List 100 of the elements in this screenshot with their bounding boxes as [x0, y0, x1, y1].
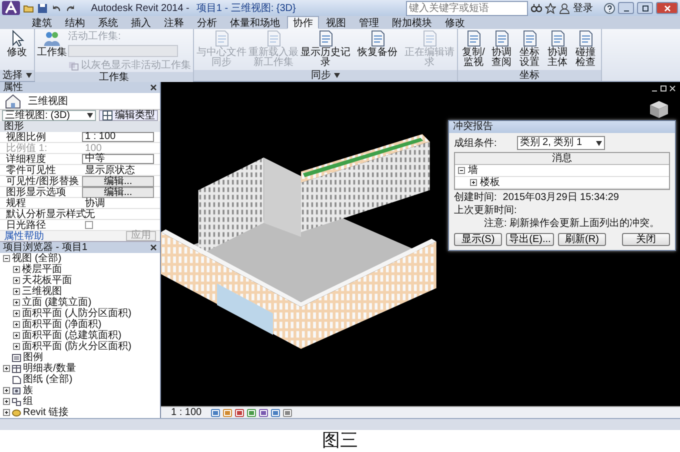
save-icon[interactable]: [37, 2, 48, 14]
expand-icon[interactable]: [13, 343, 20, 350]
dialog-button[interactable]: 刷新(R): [558, 233, 606, 246]
tree-item[interactable]: 面积平面 (人防分区面积): [22, 308, 132, 319]
help-icon[interactable]: [604, 2, 615, 14]
edit-button[interactable]: 编辑...: [82, 187, 154, 198]
help-link[interactable]: 属性帮助: [4, 230, 44, 242]
property-label: 可见性/图形替换: [5, 176, 80, 187]
undo-icon[interactable]: [51, 2, 62, 14]
panel-label: 同步: [311, 70, 331, 81]
close-icon[interactable]: [150, 84, 157, 91]
3d-viewport[interactable]: 冲突报告 成组条件: 类别 2, 类别 1 消息 墙 楼板 创建时间: 2015年03月29日 15:34:29 上次更新时间: 注意: 刷新操作会更新上面列出的冲突。 显示(S) 导出(E)... 刷新(R) 关闭: [161, 82, 680, 406]
caret-icon: [87, 113, 93, 118]
tree-item[interactable]: 图纸 (全部): [23, 374, 72, 385]
expand-icon[interactable]: [13, 288, 20, 295]
ribbon-tab[interactable]: 协作: [287, 16, 319, 29]
collapse-icon[interactable]: [3, 255, 10, 262]
close-icon[interactable]: [150, 244, 157, 251]
tree-item[interactable]: 面积平面 (防火分区面积): [22, 341, 132, 352]
ribbon-tab[interactable]: 分析: [191, 16, 223, 29]
tree-item[interactable]: 墙: [468, 165, 478, 176]
search-field[interactable]: 键入关键字或短语: [406, 0, 528, 16]
ribbon-tab[interactable]: 体量和场地: [224, 16, 286, 29]
logo-icon[interactable]: [2, 1, 20, 15]
tree-item[interactable]: 立面 (建筑立面): [22, 297, 92, 308]
folder-icon[interactable]: [23, 2, 34, 14]
restore-icon[interactable]: [660, 85, 667, 92]
tree-item[interactable]: 天花板平面: [22, 275, 72, 286]
expand-icon[interactable]: [13, 266, 20, 273]
ribbon-tab[interactable]: 插入: [125, 16, 157, 29]
tree-item[interactable]: 族: [23, 385, 33, 396]
user-icon[interactable]: [559, 2, 570, 14]
view-scale[interactable]: 1 : 100: [171, 407, 202, 418]
field-label: 成组条件:: [454, 138, 497, 148]
expand-icon[interactable]: [3, 398, 10, 405]
expand-icon[interactable]: [13, 277, 20, 284]
tree-item[interactable]: Revit 链接: [23, 407, 69, 418]
group-dropdown[interactable]: 类别 2, 类别 1: [516, 136, 605, 150]
ribbon-button[interactable]: 显示历史记录: [300, 30, 351, 68]
tree-item[interactable]: 三维视图: [22, 286, 62, 297]
view-cube-icon[interactable]: [648, 98, 670, 120]
ribbon-tab[interactable]: 建筑: [26, 16, 58, 29]
expand-icon[interactable]: [3, 387, 10, 394]
dialog-button[interactable]: 关闭: [622, 233, 670, 246]
minimize-button[interactable]: [618, 2, 634, 14]
tree-item[interactable]: 面积平面 (净面积): [22, 319, 102, 330]
tree-item[interactable]: 图例: [23, 352, 43, 363]
expand-icon[interactable]: [13, 321, 20, 328]
link-icon: [12, 408, 21, 416]
tree-item[interactable]: 楼层平面: [22, 264, 62, 275]
expand-icon[interactable]: [3, 409, 10, 416]
collapse-icon[interactable]: [458, 167, 465, 174]
ribbon-tab[interactable]: 修改: [439, 16, 471, 29]
ribbon-button[interactable]: 修改: [2, 30, 32, 58]
type-preview[interactable]: 三维视图: [0, 93, 160, 110]
ribbon-tab[interactable]: 结构: [59, 16, 91, 29]
edit-type-button[interactable]: 编辑类型: [99, 110, 158, 121]
ribbon-tab[interactable]: 注释: [158, 16, 190, 29]
checkbox[interactable]: [85, 221, 93, 229]
ribbon-tab[interactable]: 管理: [353, 16, 385, 29]
expand-icon[interactable]: [13, 310, 20, 317]
ribbon-tab[interactable]: 附加模块: [386, 16, 438, 29]
ribbon-button[interactable]: 恢复备份: [352, 30, 403, 58]
ribbon-tab[interactable]: 系统: [92, 16, 124, 29]
edit-button[interactable]: 编辑...: [82, 176, 154, 187]
expand-icon[interactable]: [3, 365, 10, 372]
ribbon-button[interactable]: 碰撞检查: [572, 30, 599, 68]
ribbon-button[interactable]: 协调查阅: [488, 30, 515, 68]
tree-item[interactable]: 面积平面 (总建筑面积): [22, 330, 122, 341]
expand-icon[interactable]: [470, 179, 477, 186]
document-icon: [420, 30, 438, 47]
ribbon-button[interactable]: 协调主体: [544, 30, 571, 68]
maximize-button[interactable]: [637, 2, 653, 14]
document-icon: [368, 30, 386, 47]
tree-item[interactable]: 明细表/数量: [23, 363, 76, 374]
sign-in-link[interactable]: 登录: [573, 2, 593, 14]
property-label: 视图比例: [5, 132, 47, 143]
maximize-icon: [642, 4, 648, 12]
dialog-button[interactable]: 导出(E)...: [506, 233, 554, 246]
star-icon[interactable]: [545, 2, 556, 14]
tree-item[interactable]: 视图 (全部): [12, 253, 62, 264]
expand-icon[interactable]: [13, 299, 20, 306]
redo-icon[interactable]: [65, 2, 76, 14]
ribbon-button[interactable]: 复制/监视: [460, 30, 487, 68]
dialog-title: 冲突报告: [449, 121, 675, 133]
close-button[interactable]: [656, 2, 678, 14]
ribbon-tab[interactable]: 视图: [320, 16, 352, 29]
search-icon[interactable]: [531, 2, 542, 14]
ribbon-button[interactable]: 坐标设置: [516, 30, 543, 68]
property-value: 协调: [85, 198, 106, 209]
tree-item[interactable]: 楼板: [480, 177, 500, 188]
document-icon: [548, 30, 566, 47]
ribbon-button[interactable]: 工作集: [37, 30, 67, 58]
property-field[interactable]: 中等: [82, 154, 154, 164]
expand-icon[interactable]: [13, 332, 20, 339]
tree-item[interactable]: 组: [23, 396, 33, 407]
type-dropdown[interactable]: 三维视图: (3D): [2, 110, 96, 121]
note-text: 注意: 刷新操作会更新上面列出的冲突。: [483, 218, 661, 229]
dialog-button[interactable]: 显示(S): [454, 233, 502, 246]
property-field[interactable]: 1 : 100: [82, 132, 154, 142]
